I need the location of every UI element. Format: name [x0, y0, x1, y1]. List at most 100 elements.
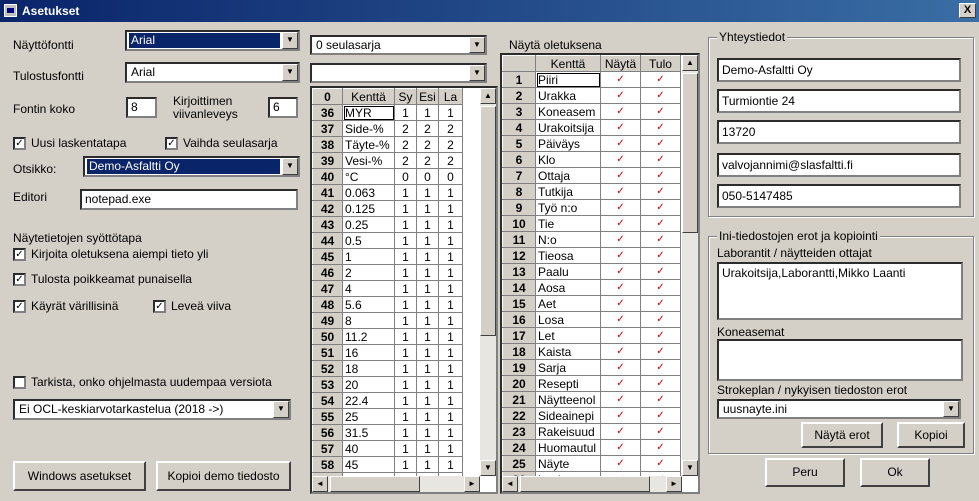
field-cell[interactable]: 2: [342, 264, 395, 281]
value-cell[interactable]: 1: [394, 376, 417, 393]
show-check-icon[interactable]: ✓: [600, 359, 641, 376]
show-check-icon[interactable]: ✓: [600, 247, 641, 264]
row-header[interactable]: 41: [312, 184, 343, 201]
input-check-icon[interactable]: ✓: [640, 151, 681, 168]
value-cell[interactable]: 1: [416, 280, 439, 297]
value-cell[interactable]: 1: [438, 184, 463, 201]
field-cell[interactable]: Päiväys: [535, 135, 601, 152]
value-cell[interactable]: 2: [438, 120, 463, 137]
value-cell[interactable]: 1: [416, 376, 439, 393]
table-row[interactable]: 45 1 1 1 1: [312, 248, 463, 265]
show-check-icon[interactable]: ✓: [600, 71, 641, 88]
table-row[interactable]: 23 Rakeisuud ✓ ✓: [502, 423, 681, 440]
row-header[interactable]: 50: [312, 328, 343, 345]
row-header[interactable]: 4: [502, 119, 536, 136]
row-header[interactable]: 18: [502, 343, 536, 360]
value-cell[interactable]: 1: [438, 360, 463, 377]
value-cell[interactable]: 1: [438, 328, 463, 345]
scroll-thumb[interactable]: [480, 106, 496, 336]
value-cell[interactable]: 2: [394, 120, 417, 137]
overwrite-checkbox[interactable]: ✓: [13, 248, 26, 261]
table-row[interactable]: 47 4 1 1 1: [312, 280, 463, 297]
row-header[interactable]: 2: [502, 87, 536, 104]
scroll-down-icon[interactable]: ▼: [480, 460, 496, 476]
field-cell[interactable]: 25: [342, 408, 395, 425]
field-cell[interactable]: Klo: [535, 151, 601, 168]
value-cell[interactable]: 1: [394, 264, 417, 281]
row-header[interactable]: 9: [502, 199, 536, 216]
email-input[interactable]: valvojannimi@slasfaltti.fi: [717, 153, 961, 177]
input-check-icon[interactable]: ✓: [640, 407, 681, 424]
field-cell[interactable]: Tieosa: [535, 247, 601, 264]
row-header[interactable]: 10: [502, 215, 536, 232]
scroll-thumb[interactable]: [682, 73, 698, 233]
show-check-icon[interactable]: ✓: [600, 279, 641, 296]
change-sieve-checkbox[interactable]: ✓: [165, 137, 178, 150]
row-header[interactable]: 3: [502, 103, 536, 120]
table-row[interactable]: 17 Let ✓ ✓: [502, 327, 681, 344]
scroll-left-icon[interactable]: ◄: [312, 476, 328, 492]
row-header[interactable]: 53: [312, 376, 343, 393]
row-header[interactable]: 55: [312, 408, 343, 425]
value-cell[interactable]: 1: [438, 264, 463, 281]
table-row[interactable]: 1 Piiri ✓ ✓: [502, 71, 681, 88]
field-cell[interactable]: 8: [342, 312, 395, 329]
value-cell[interactable]: 1: [438, 440, 463, 457]
wide-line-checkbox[interactable]: ✓: [153, 300, 166, 313]
field-cell[interactable]: 31.5: [342, 424, 395, 441]
table-row[interactable]: 13 Paalu ✓ ✓: [502, 263, 681, 280]
row-header[interactable]: 21: [502, 391, 536, 408]
input-check-icon[interactable]: ✓: [640, 103, 681, 120]
field-cell[interactable]: Losa: [535, 311, 601, 328]
input-check-icon[interactable]: ✓: [640, 359, 681, 376]
value-cell[interactable]: 1: [394, 424, 417, 441]
value-cell[interactable]: 1: [416, 392, 439, 409]
input-check-icon[interactable]: ✓: [640, 183, 681, 200]
defaults-col-header[interactable]: [502, 55, 536, 72]
field-cell[interactable]: Urakka: [535, 87, 601, 104]
show-check-icon[interactable]: ✓: [600, 135, 641, 152]
value-cell[interactable]: 1: [394, 200, 417, 217]
show-diff-button[interactable]: Näytä erot: [801, 422, 883, 448]
new-calc-checkbox[interactable]: ✓: [13, 137, 26, 150]
editor-input[interactable]: notepad.exe: [80, 189, 298, 210]
value-cell[interactable]: 2: [394, 152, 417, 169]
table-row[interactable]: 18 Kaista ✓ ✓: [502, 343, 681, 360]
table-row[interactable]: 50 11.2 1 1 1: [312, 328, 463, 345]
copy-button[interactable]: Kopioi: [897, 422, 965, 448]
table-row[interactable]: 3 Koneasem ✓ ✓: [502, 103, 681, 120]
show-check-icon[interactable]: ✓: [600, 199, 641, 216]
value-cell[interactable]: 1: [438, 248, 463, 265]
table-row[interactable]: 25 Näyte ✓ ✓: [502, 455, 681, 472]
field-cell[interactable]: Vesi-%: [342, 152, 395, 169]
row-header[interactable]: 17: [502, 327, 536, 344]
print-font-combo[interactable]: Arial ▼: [125, 62, 300, 83]
hscroll-thumb[interactable]: [330, 476, 420, 492]
table-row[interactable]: 16 Losa ✓ ✓: [502, 311, 681, 328]
row-header[interactable]: 23: [502, 423, 536, 440]
field-cell[interactable]: Näyte: [535, 455, 601, 472]
printer-line-width-input[interactable]: 6: [268, 97, 298, 118]
field-cell[interactable]: 11.2: [342, 328, 395, 345]
field-cell[interactable]: 0.25: [342, 216, 395, 233]
value-cell[interactable]: 1: [438, 456, 463, 473]
value-cell[interactable]: 1: [438, 216, 463, 233]
field-cell[interactable]: 0.5: [342, 232, 395, 249]
row-header[interactable]: 39: [312, 152, 343, 169]
show-check-icon[interactable]: ✓: [600, 263, 641, 280]
show-check-icon[interactable]: ✓: [600, 423, 641, 440]
field-cell[interactable]: Piiri: [535, 71, 601, 88]
sieve-hscroll[interactable]: ◄ ►: [312, 476, 480, 492]
table-row[interactable]: 57 40 1 1 1: [312, 440, 463, 457]
table-row[interactable]: 55 25 1 1 1: [312, 408, 463, 425]
input-check-icon[interactable]: ✓: [640, 279, 681, 296]
table-row[interactable]: 12 Tieosa ✓ ✓: [502, 247, 681, 264]
row-header[interactable]: 44: [312, 232, 343, 249]
value-cell[interactable]: 1: [416, 248, 439, 265]
value-cell[interactable]: 1: [438, 424, 463, 441]
field-cell[interactable]: N:o: [535, 231, 601, 248]
value-cell[interactable]: 0: [394, 168, 417, 185]
value-cell[interactable]: 1: [416, 200, 439, 217]
show-check-icon[interactable]: ✓: [600, 295, 641, 312]
field-cell[interactable]: Aosa: [535, 279, 601, 296]
